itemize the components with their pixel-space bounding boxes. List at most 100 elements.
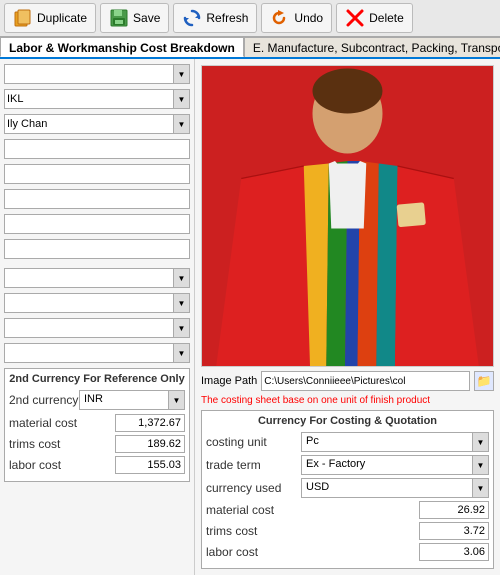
costing-material-cost-label: material cost <box>206 503 419 517</box>
second-material-cost-row: material cost <box>9 414 185 432</box>
tab-labor[interactable]: Labor & Workmanship Cost Breakdown <box>0 37 244 57</box>
costing-labor-cost-label: labor cost <box>206 545 419 559</box>
field-row-9: ▼ <box>4 267 190 289</box>
field-12-dropdown[interactable]: ▼ <box>174 343 190 363</box>
costing-labor-cost-value[interactable] <box>419 543 489 561</box>
trade-term-dropdown[interactable]: ▼ <box>472 456 488 474</box>
currency-used-dropdown[interactable]: ▼ <box>472 479 488 497</box>
undo-button[interactable]: Undo <box>261 3 332 33</box>
field-9-input[interactable] <box>4 268 174 288</box>
refresh-label: Refresh <box>206 11 248 25</box>
field-11-dropdown[interactable]: ▼ <box>174 318 190 338</box>
tabs-bar: Labor & Workmanship Cost Breakdown E. Ma… <box>0 37 500 59</box>
costing-currency-box: Currency For Costing & Quotation costing… <box>201 410 494 569</box>
field-12-input[interactable] <box>4 343 174 363</box>
costing-unit-dropdown[interactable]: ▼ <box>472 433 488 451</box>
second-currency-box: 2nd Currency For Reference Only 2nd curr… <box>4 368 190 482</box>
field-row-10: ▼ <box>4 292 190 314</box>
field-row-5 <box>4 163 190 185</box>
field-3-input[interactable] <box>4 114 174 134</box>
left-fields: ▼ ▼ ▼ <box>0 59 194 364</box>
field-3-dropdown[interactable]: ▼ <box>174 114 190 134</box>
image-path-browse-button[interactable]: 📁 <box>474 371 494 391</box>
delete-icon <box>345 8 365 28</box>
save-icon <box>109 8 129 28</box>
image-path-label: Image Path <box>201 375 257 387</box>
save-button[interactable]: Save <box>100 3 169 33</box>
image-path-row: Image Path 📁 <box>195 367 500 393</box>
second-currency-currency-row: 2nd currency INR ▼ <box>9 390 185 410</box>
field-7-input[interactable] <box>4 214 190 234</box>
field-row-3: ▼ <box>4 113 190 135</box>
right-panel: Image Path 📁 The costing sheet base on o… <box>195 59 500 575</box>
trade-term-row: trade term Ex - Factory ▼ <box>206 455 489 475</box>
costing-currency-title: Currency For Costing & Quotation <box>206 415 489 427</box>
second-trims-cost-row: trims cost <box>9 435 185 453</box>
field-row-6 <box>4 188 190 210</box>
currency-used-value: USD <box>302 479 472 497</box>
refresh-icon <box>182 8 202 28</box>
field-2-input[interactable] <box>4 89 174 109</box>
second-material-cost-label: material cost <box>9 416 115 430</box>
field-11-input[interactable] <box>4 318 174 338</box>
save-label: Save <box>133 11 160 25</box>
field-row-1: ▼ <box>4 63 190 85</box>
browse-icon: 📁 <box>477 374 492 388</box>
tab-manufacture[interactable]: E. Manufacture, Subcontract, Packing, Tr… <box>244 37 500 57</box>
toolbar: Duplicate Save Refresh <box>0 0 500 37</box>
product-image-svg <box>202 66 493 366</box>
field-row-12: ▼ <box>4 342 190 364</box>
image-path-input[interactable] <box>261 371 470 391</box>
delete-button[interactable]: Delete <box>336 3 413 33</box>
image-area <box>201 65 494 367</box>
left-panel: ▼ ▼ ▼ <box>0 59 195 575</box>
field-row-8 <box>4 238 190 260</box>
field-2-dropdown[interactable]: ▼ <box>174 89 190 109</box>
field-5-input[interactable] <box>4 164 190 184</box>
second-labor-cost-value[interactable] <box>115 456 185 474</box>
currency-used-row: currency used USD ▼ <box>206 478 489 498</box>
field-4-input[interactable] <box>4 139 190 159</box>
currency-used-label: currency used <box>206 481 301 495</box>
warning-text: The costing sheet base on one unit of fi… <box>195 393 500 410</box>
field-6-input[interactable] <box>4 189 190 209</box>
costing-material-cost-row: material cost <box>206 501 489 519</box>
duplicate-button[interactable]: Duplicate <box>4 3 96 33</box>
second-trims-cost-value[interactable] <box>115 435 185 453</box>
field-8-input[interactable] <box>4 239 190 259</box>
field-row-4 <box>4 138 190 160</box>
second-currency-value: INR <box>80 391 168 409</box>
costing-trims-cost-value[interactable] <box>419 522 489 540</box>
costing-unit-row: costing unit Pc ▼ <box>206 432 489 452</box>
second-currency-dropdown[interactable]: ▼ <box>168 391 184 409</box>
duplicate-icon <box>13 8 33 28</box>
trade-term-value: Ex - Factory <box>302 456 472 474</box>
second-material-cost-value[interactable] <box>115 414 185 432</box>
field-row-2: ▼ <box>4 88 190 110</box>
field-10-input[interactable] <box>4 293 174 313</box>
field-row-7 <box>4 213 190 235</box>
duplicate-label: Duplicate <box>37 11 87 25</box>
costing-labor-cost-row: labor cost <box>206 543 489 561</box>
field-1-input[interactable] <box>4 64 174 84</box>
field-1-dropdown[interactable]: ▼ <box>174 64 190 84</box>
field-row-11: ▼ <box>4 317 190 339</box>
second-currency-label: 2nd currency <box>9 393 79 407</box>
field-9-dropdown[interactable]: ▼ <box>174 268 190 288</box>
trade-term-label: trade term <box>206 458 301 472</box>
costing-unit-label: costing unit <box>206 435 301 449</box>
undo-label: Undo <box>294 11 323 25</box>
second-currency-title: 2nd Currency For Reference Only <box>9 373 185 385</box>
second-labor-cost-row: labor cost <box>9 456 185 474</box>
costing-material-cost-value[interactable] <box>419 501 489 519</box>
delete-label: Delete <box>369 11 404 25</box>
second-labor-cost-label: labor cost <box>9 458 115 472</box>
costing-trims-cost-label: trims cost <box>206 524 419 538</box>
second-trims-cost-label: trims cost <box>9 437 115 451</box>
main-content: ▼ ▼ ▼ <box>0 59 500 575</box>
refresh-button[interactable]: Refresh <box>173 3 257 33</box>
undo-icon <box>270 8 290 28</box>
costing-unit-value: Pc <box>302 433 472 451</box>
field-10-dropdown[interactable]: ▼ <box>174 293 190 313</box>
costing-trims-cost-row: trims cost <box>206 522 489 540</box>
